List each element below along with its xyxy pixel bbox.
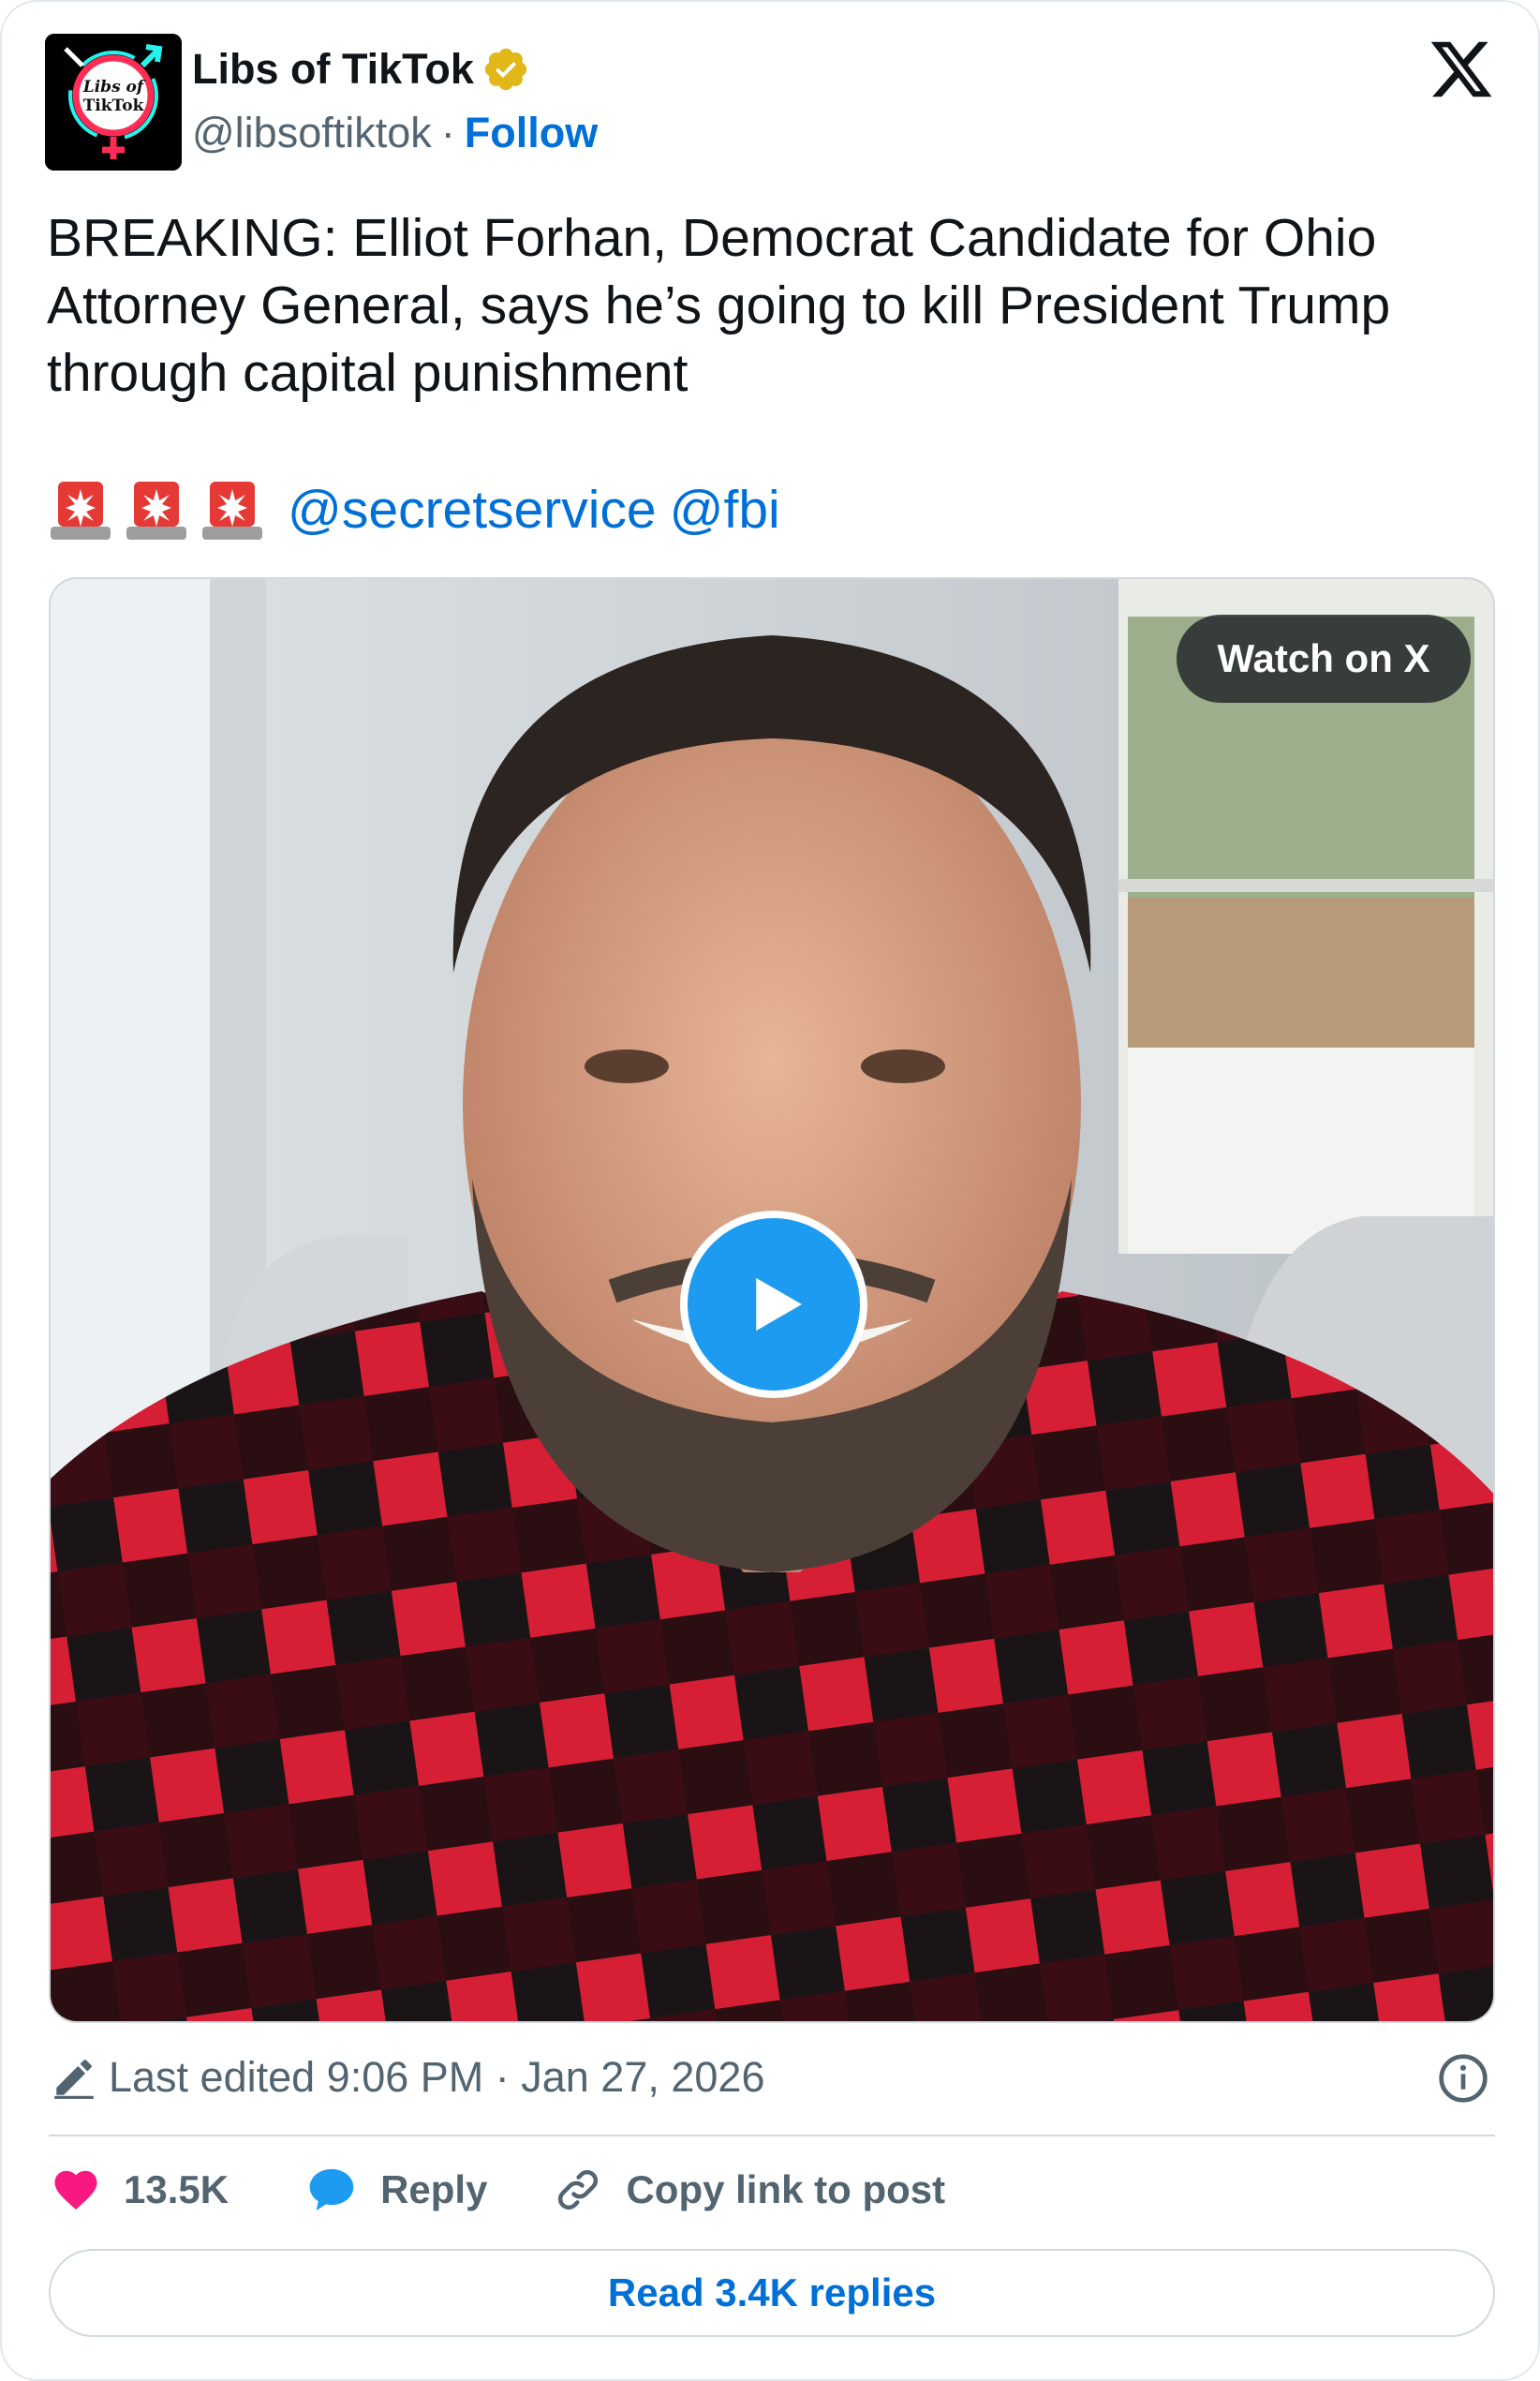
reply-bubble-icon xyxy=(309,2168,354,2211)
mention-fbi[interactable]: @fbi xyxy=(670,479,780,541)
copy-link-label: Copy link to post xyxy=(626,2167,946,2211)
police-siren-icon xyxy=(202,482,262,540)
copy-link-button[interactable]: Copy link to post xyxy=(553,2165,945,2215)
reply-button[interactable]: Reply xyxy=(305,2164,487,2216)
watch-on-x-button[interactable]: Watch on X xyxy=(1177,615,1471,703)
video-thumbnail[interactable]: Watch on X xyxy=(49,577,1495,2023)
separator-dot: · xyxy=(440,109,455,156)
read-replies-button[interactable]: Read 3.4K replies xyxy=(49,2249,1495,2337)
play-button[interactable] xyxy=(680,1211,867,1398)
mention-secretservice[interactable]: @secretservice xyxy=(288,479,657,541)
play-icon xyxy=(756,1277,802,1332)
verified-badge-icon xyxy=(484,48,527,91)
avatar-text-line1: Libs of xyxy=(82,78,146,97)
avatar-text-line2: TikTok xyxy=(83,97,145,115)
link-icon xyxy=(558,2169,599,2210)
police-siren-icon xyxy=(126,482,186,540)
post-text: BREAKING: Elliot Forhan, Democrat Candid… xyxy=(47,208,1391,403)
mentions-row: @secretservice @fbi xyxy=(47,472,780,547)
follow-button[interactable]: Follow xyxy=(465,107,598,159)
edited-text: Last edited 9:06 PM · Jan 27, 2026 xyxy=(109,2053,765,2101)
post-card: Libs of TikTok Libs of TikTok @libsoftik… xyxy=(0,0,1540,2381)
author-name[interactable]: Libs of TikTok xyxy=(192,43,474,96)
handle-row: @libsoftiktok · Follow xyxy=(192,107,598,159)
author-name-row[interactable]: Libs of TikTok xyxy=(192,43,530,96)
author-handle[interactable]: @libsoftiktok xyxy=(192,107,432,159)
like-count: 13.5K xyxy=(124,2167,230,2211)
divider xyxy=(49,2135,1495,2136)
edit-timestamp[interactable]: Last edited 9:06 PM · Jan 27, 2026 xyxy=(51,2048,764,2106)
police-siren-icon xyxy=(51,482,111,540)
action-bar: 13.5K Reply Copy link to post xyxy=(51,2159,945,2221)
reply-label: Reply xyxy=(380,2167,488,2211)
info-icon[interactable] xyxy=(1437,2052,1489,2105)
avatar[interactable]: Libs of TikTok xyxy=(45,34,182,171)
heart-icon xyxy=(54,2170,97,2210)
x-logo-icon[interactable] xyxy=(1428,36,1495,103)
like-button[interactable]: 13.5K xyxy=(51,2165,229,2215)
pencil-icon xyxy=(54,2060,94,2099)
